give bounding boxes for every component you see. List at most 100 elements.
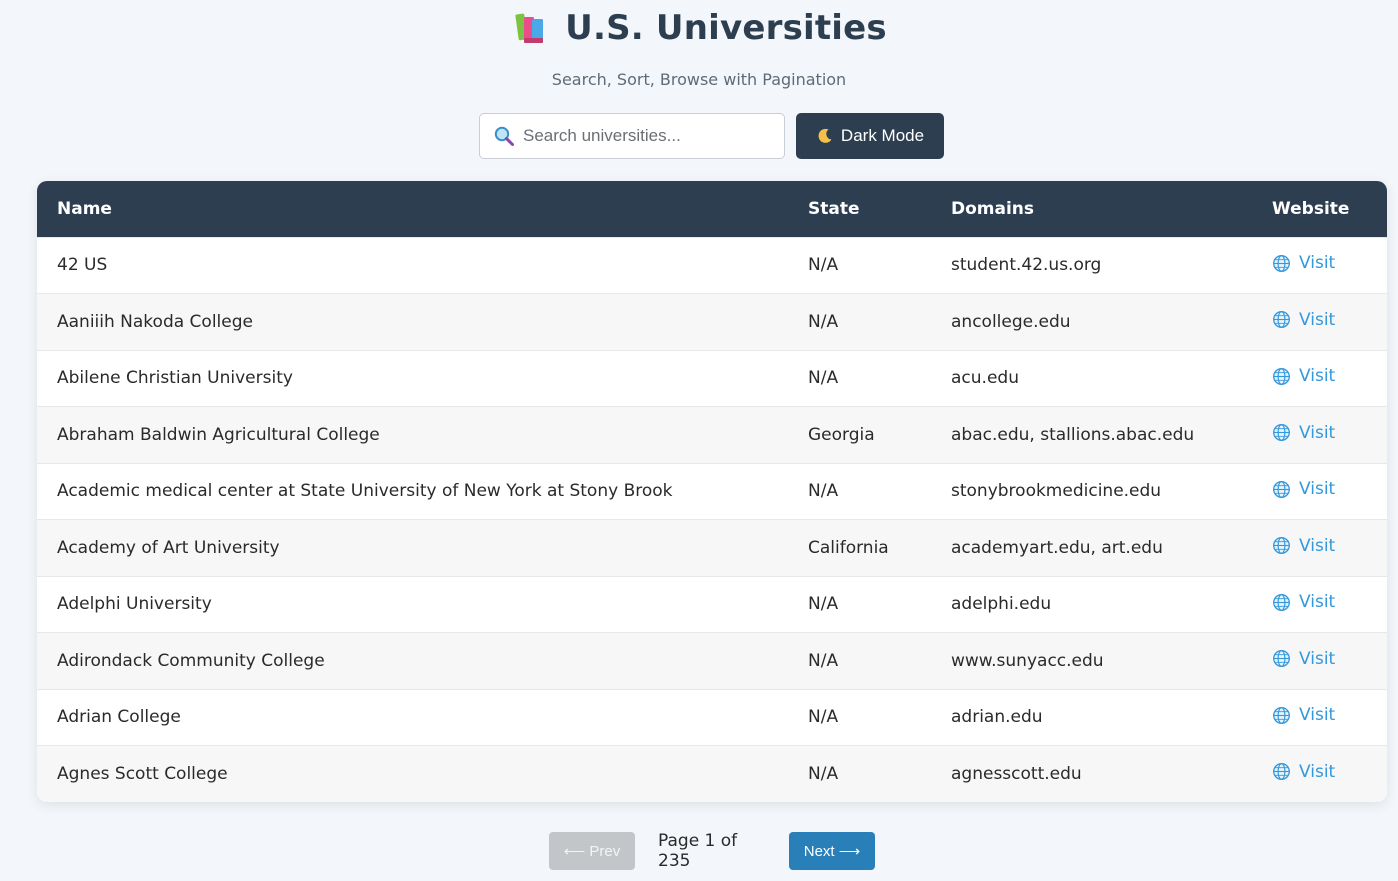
cell-name: Adrian College <box>57 707 181 728</box>
page-subtitle: Search, Sort, Browse with Pagination <box>551 70 847 89</box>
visit-link[interactable]: Visit <box>1272 366 1335 386</box>
search-icon <box>494 126 514 146</box>
toolbar: Dark Mode <box>479 113 944 159</box>
table-row: Academic medical center at State Univers… <box>37 463 1387 520</box>
visit-link-label: Visit <box>1299 253 1336 273</box>
globe-icon <box>1273 706 1290 724</box>
visit-link[interactable]: Visit <box>1272 762 1335 782</box>
cell-website: Visit <box>1252 407 1387 464</box>
visit-link[interactable]: Visit <box>1272 592 1335 612</box>
search-box[interactable] <box>479 113 785 159</box>
cell-state: N/A <box>808 311 839 332</box>
cell-website: Visit <box>1252 576 1387 633</box>
cell-name: Agnes Scott College <box>57 764 228 784</box>
dark-mode-label: Dark Mode <box>840 126 925 145</box>
visit-link[interactable]: Visit <box>1272 423 1335 443</box>
cell-website: Visit <box>1252 463 1387 520</box>
dark-mode-button[interactable]: Dark Mode <box>796 113 944 159</box>
search-input[interactable] <box>523 126 773 146</box>
moon-icon <box>818 128 832 143</box>
column-header-domains[interactable]: Domains <box>931 181 1252 237</box>
cell-website: Visit <box>1252 350 1387 407</box>
cell-state: N/A <box>808 368 839 389</box>
visit-link-label: Visit <box>1299 422 1336 443</box>
cell-name: Academy of Art University <box>57 537 280 558</box>
visit-link-label: Visit <box>1299 535 1336 556</box>
column-header-website[interactable]: Website <box>1252 181 1387 237</box>
cell-website: Visit <box>1252 237 1387 294</box>
visit-link[interactable]: Visit <box>1272 649 1335 669</box>
globe-icon <box>1273 650 1290 667</box>
page-title: U.S. Universities <box>565 8 887 48</box>
next-page-button[interactable]: Next ⟶ <box>789 832 875 870</box>
globe-icon <box>1273 311 1290 328</box>
column-header-name[interactable]: Name <box>37 181 788 237</box>
globe-icon <box>1273 537 1290 554</box>
table-row: Adrian College N/A adrian.edu Visit <box>37 689 1387 746</box>
cell-state: N/A <box>808 650 839 671</box>
cell-website: Visit <box>1252 746 1387 803</box>
visit-link-label: Visit <box>1299 479 1336 499</box>
cell-domains: student.42.us.org <box>951 255 1102 276</box>
cell-domains: agnesscott.edu <box>951 764 1082 784</box>
visit-link[interactable]: Visit <box>1272 310 1335 330</box>
column-header-state[interactable]: State <box>788 181 931 237</box>
cell-domains: abac.edu, stallions.abac.edu <box>951 424 1195 445</box>
page-header: U.S. Universities <box>0 6 1398 52</box>
visit-link[interactable]: Visit <box>1272 253 1335 273</box>
globe-icon <box>1273 480 1290 498</box>
visit-link-label: Visit <box>1299 366 1336 386</box>
cell-website: Visit <box>1252 633 1387 690</box>
cell-name: Abraham Baldwin Agricultural College <box>57 424 380 445</box>
cell-name: Academic medical center at State Univers… <box>57 481 673 502</box>
cell-domains: www.sunyacc.edu <box>951 650 1104 671</box>
table-row: Academy of Art University California acade… <box>37 519 1387 577</box>
prev-page-button[interactable]: ⟵ Prev <box>549 832 635 870</box>
cell-name: Abilene Christian University <box>57 368 293 389</box>
visit-link-label: Visit <box>1299 761 1336 782</box>
cell-name: Adirondack Community College <box>57 650 325 671</box>
cell-state: N/A <box>808 594 839 615</box>
cell-domains: stonybrookmedicine.edu <box>951 481 1162 502</box>
globe-icon <box>1273 367 1290 385</box>
cell-state: N/A <box>808 481 839 502</box>
cell-domains: academyart.edu, art.edu <box>951 537 1163 558</box>
table-row: Abraham Baldwin Agricultural College Geor… <box>37 406 1387 464</box>
cell-state: N/A <box>808 255 839 276</box>
table-row: Adirondack Community College N/A www.sunya… <box>37 632 1387 690</box>
visit-link-label: Visit <box>1299 705 1336 725</box>
cell-name: Adelphi University <box>57 594 212 615</box>
table-row: Adelphi University N/A adelphi.edu Visit <box>37 576 1387 633</box>
cell-domains: ancollege.edu <box>951 311 1071 332</box>
table-row: Abilene Christian University N/A acu.edu Vi… <box>37 350 1387 407</box>
globe-icon <box>1273 763 1290 781</box>
visit-link[interactable]: Visit <box>1272 705 1335 725</box>
globe-icon <box>1273 254 1290 272</box>
cell-state: N/A <box>808 707 839 728</box>
page-indicator: Page 1 of 235 <box>658 831 738 871</box>
cell-domains: adelphi.edu <box>951 594 1052 615</box>
cell-state: N/A <box>808 764 839 784</box>
pagination: ⟵ Prev Page 1 of 235 Next ⟶ <box>549 831 875 871</box>
table-row: Aaniiih Nakoda College N/A ancollege.edu Vi… <box>37 293 1387 351</box>
cell-name: 42 US <box>57 255 108 276</box>
universities-table: Name State Domains Website 42 US N/A stude… <box>37 181 1387 802</box>
cell-website: Visit <box>1252 689 1387 746</box>
cell-state: California <box>808 537 889 558</box>
visit-link[interactable]: Visit <box>1272 479 1335 499</box>
visit-link-label: Visit <box>1299 648 1336 669</box>
table-row: 42 US N/A student.42.us.org Visit <box>37 237 1387 294</box>
visit-link-label: Visit <box>1299 592 1336 612</box>
globe-icon <box>1273 593 1290 611</box>
cell-domains: acu.edu <box>951 368 1019 389</box>
table-row: Agnes Scott College N/A agnesscott.edu Visi… <box>37 745 1387 803</box>
cell-name: Aaniiih Nakoda College <box>57 311 253 332</box>
globe-icon <box>1273 424 1290 441</box>
cell-website: Visit <box>1252 294 1387 351</box>
cell-domains: adrian.edu <box>951 707 1043 728</box>
cell-website: Visit <box>1252 520 1387 577</box>
cell-state: Georgia <box>808 424 875 445</box>
table-header-row: Name State Domains Website <box>37 181 1387 237</box>
visit-link[interactable]: Visit <box>1272 536 1335 556</box>
visit-link-label: Visit <box>1299 309 1336 330</box>
